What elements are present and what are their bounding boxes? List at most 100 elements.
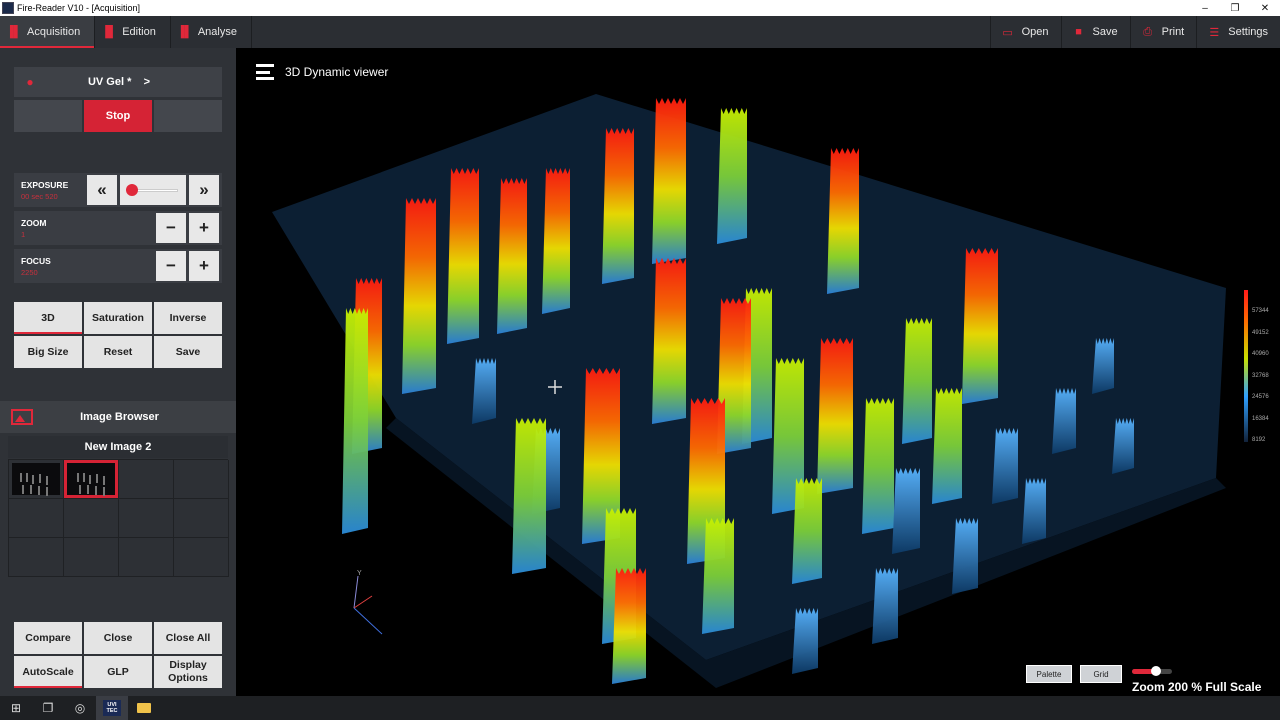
- bottom-buttons: Compare Close Close All AutoScale GLP Di…: [14, 622, 222, 688]
- intensity-peak: [962, 248, 998, 404]
- uvitec-app-icon[interactable]: UVI TEC: [96, 696, 128, 720]
- tab-label: Analyse: [197, 26, 237, 38]
- chart-bars-icon: ▐▌: [101, 26, 117, 38]
- open-label: Open: [1021, 26, 1049, 38]
- thumbnail-cell[interactable]: [119, 460, 174, 499]
- scale-tick: 49152: [1252, 330, 1269, 336]
- settings-label: Settings: [1228, 26, 1268, 38]
- glp-button[interactable]: GLP: [84, 656, 152, 688]
- open-button[interactable]: ▭ Open: [989, 16, 1061, 48]
- thumbnail-cell[interactable]: [64, 499, 119, 538]
- minimize-button[interactable]: –: [1190, 0, 1220, 16]
- exposure-slider[interactable]: [120, 175, 186, 205]
- scale-tick: 24576: [1252, 394, 1269, 400]
- thumbnail-cell[interactable]: [64, 538, 119, 577]
- title-bar: Fire-Reader V10 - [Acquisition] – ❐ ✕: [0, 0, 1280, 16]
- intensity-peak: [862, 398, 894, 534]
- windows-taskbar: ⊞ ❐ ◎ UVI TEC: [0, 696, 1280, 720]
- focus-label: FOCUS: [21, 255, 51, 266]
- zoom-value: 1: [21, 229, 26, 239]
- axis-gizmo: Y: [353, 570, 383, 635]
- exposure-increase-button[interactable]: »: [189, 175, 219, 205]
- thumbnail-grid: [8, 459, 229, 577]
- color-scale-bar: [1244, 290, 1248, 442]
- autoscale-button[interactable]: AutoScale: [14, 656, 82, 688]
- close-image-button[interactable]: Close: [84, 622, 152, 654]
- tab-label: Acquisition: [27, 26, 81, 38]
- zoom-plus-button[interactable]: +: [189, 213, 219, 243]
- exposure-decrease-button[interactable]: «: [87, 175, 117, 205]
- 3d-button[interactable]: 3D: [14, 302, 82, 334]
- svg-text:Y: Y: [357, 570, 362, 577]
- print-button[interactable]: ⎙ Print: [1129, 16, 1197, 48]
- windows-start-icon[interactable]: ⊞: [0, 696, 32, 720]
- focus-value: 2250: [21, 267, 38, 277]
- hamburger-menu-icon[interactable]: [256, 64, 274, 80]
- reset-button[interactable]: Reset: [84, 336, 152, 368]
- intensity-peak: [1052, 388, 1076, 454]
- browser-icon[interactable]: ◎: [64, 696, 96, 720]
- tab-label: Edition: [122, 26, 156, 38]
- 3d-surface-plot[interactable]: Y: [236, 48, 1280, 696]
- thumbnail-cell[interactable]: [9, 499, 64, 538]
- profile-selector[interactable]: ● UV Gel * >: [14, 67, 222, 97]
- grid-button[interactable]: Grid: [1080, 665, 1122, 683]
- intensity-peak: [342, 308, 368, 534]
- chart-bars-icon: ▐▌: [176, 26, 193, 38]
- zoom-slider-knob[interactable]: [1151, 666, 1161, 676]
- thumbnail-cell[interactable]: [174, 499, 229, 538]
- zoom-control: ZOOM 1 − +: [14, 211, 222, 245]
- zoom-minus-button[interactable]: −: [156, 213, 186, 243]
- image-thumbnail-selected[interactable]: [64, 460, 118, 498]
- main-toolbar: ▐▌ Acquisition ▐▌ Edition ▐▌ Analyse ▭ O…: [0, 16, 1280, 48]
- tab-analyse[interactable]: ▐▌ Analyse: [171, 16, 252, 48]
- save-image-button[interactable]: Save: [154, 336, 222, 368]
- settings-button[interactable]: ☰ Settings: [1196, 16, 1280, 48]
- exposure-control: EXPOSURE 00 sec 520 « »: [14, 173, 222, 207]
- scale-tick: 40960: [1252, 351, 1269, 357]
- save-icon: ■: [1075, 26, 1082, 38]
- thumbnail-cell[interactable]: [119, 499, 174, 538]
- empty-cell: [154, 100, 222, 132]
- image-thumbnail[interactable]: [12, 463, 60, 496]
- saturation-button[interactable]: Saturation: [84, 302, 152, 334]
- task-view-icon[interactable]: ❐: [32, 696, 64, 720]
- empty-cell: [14, 100, 82, 132]
- thumbnail-cell[interactable]: [9, 538, 64, 577]
- focus-plus-button[interactable]: +: [189, 251, 219, 281]
- tab-edition[interactable]: ▐▌ Edition: [95, 16, 171, 48]
- file-explorer-icon[interactable]: [128, 696, 160, 720]
- view-options-grid: 3D Saturation Inverse Big Size Reset Sav…: [14, 302, 222, 368]
- scale-tick: 8192: [1252, 437, 1266, 443]
- thumbnail-cell[interactable]: [174, 538, 229, 577]
- big-size-button[interactable]: Big Size: [14, 336, 82, 368]
- thumbnail-cell[interactable]: [174, 460, 229, 499]
- intensity-peak: [717, 108, 747, 244]
- close-window-button[interactable]: ✕: [1250, 0, 1280, 16]
- zoom-slider[interactable]: [1132, 666, 1172, 676]
- left-panel: ● UV Gel * > Stop EXPOSURE 00 sec 520 « …: [0, 48, 236, 696]
- maximize-button[interactable]: ❐: [1220, 0, 1250, 16]
- scale-tick: 32768: [1252, 373, 1269, 379]
- intensity-peak: [652, 258, 686, 424]
- tab-acquisition[interactable]: ▐▌ Acquisition: [0, 16, 96, 48]
- thumbnail-cell[interactable]: [64, 460, 119, 499]
- palette-button[interactable]: Palette: [1026, 665, 1072, 683]
- intensity-color-scale: 57344 49152 40960 32768 24576 16384 8192: [1244, 290, 1280, 450]
- inverse-button[interactable]: Inverse: [154, 302, 222, 334]
- focus-minus-button[interactable]: −: [156, 251, 186, 281]
- thumbnail-cell[interactable]: [9, 460, 64, 499]
- save-toolbar-button[interactable]: ■ Save: [1060, 16, 1130, 48]
- thumbnail-cell[interactable]: [119, 538, 174, 577]
- exposure-slider-knob[interactable]: [126, 184, 138, 196]
- close-all-button[interactable]: Close All: [154, 622, 222, 654]
- 3d-viewer[interactable]: Y 3D Dynamic viewer 57344 49152 40960 32…: [236, 48, 1280, 696]
- print-label: Print: [1161, 26, 1185, 38]
- image-icon: [11, 409, 33, 425]
- intensity-peak: [497, 178, 527, 334]
- compare-button[interactable]: Compare: [14, 622, 82, 654]
- stop-button[interactable]: Stop: [84, 100, 152, 132]
- display-options-button[interactable]: Display Options: [154, 656, 222, 688]
- exposure-value: 00 sec 520: [21, 191, 58, 201]
- intensity-peak: [827, 148, 859, 294]
